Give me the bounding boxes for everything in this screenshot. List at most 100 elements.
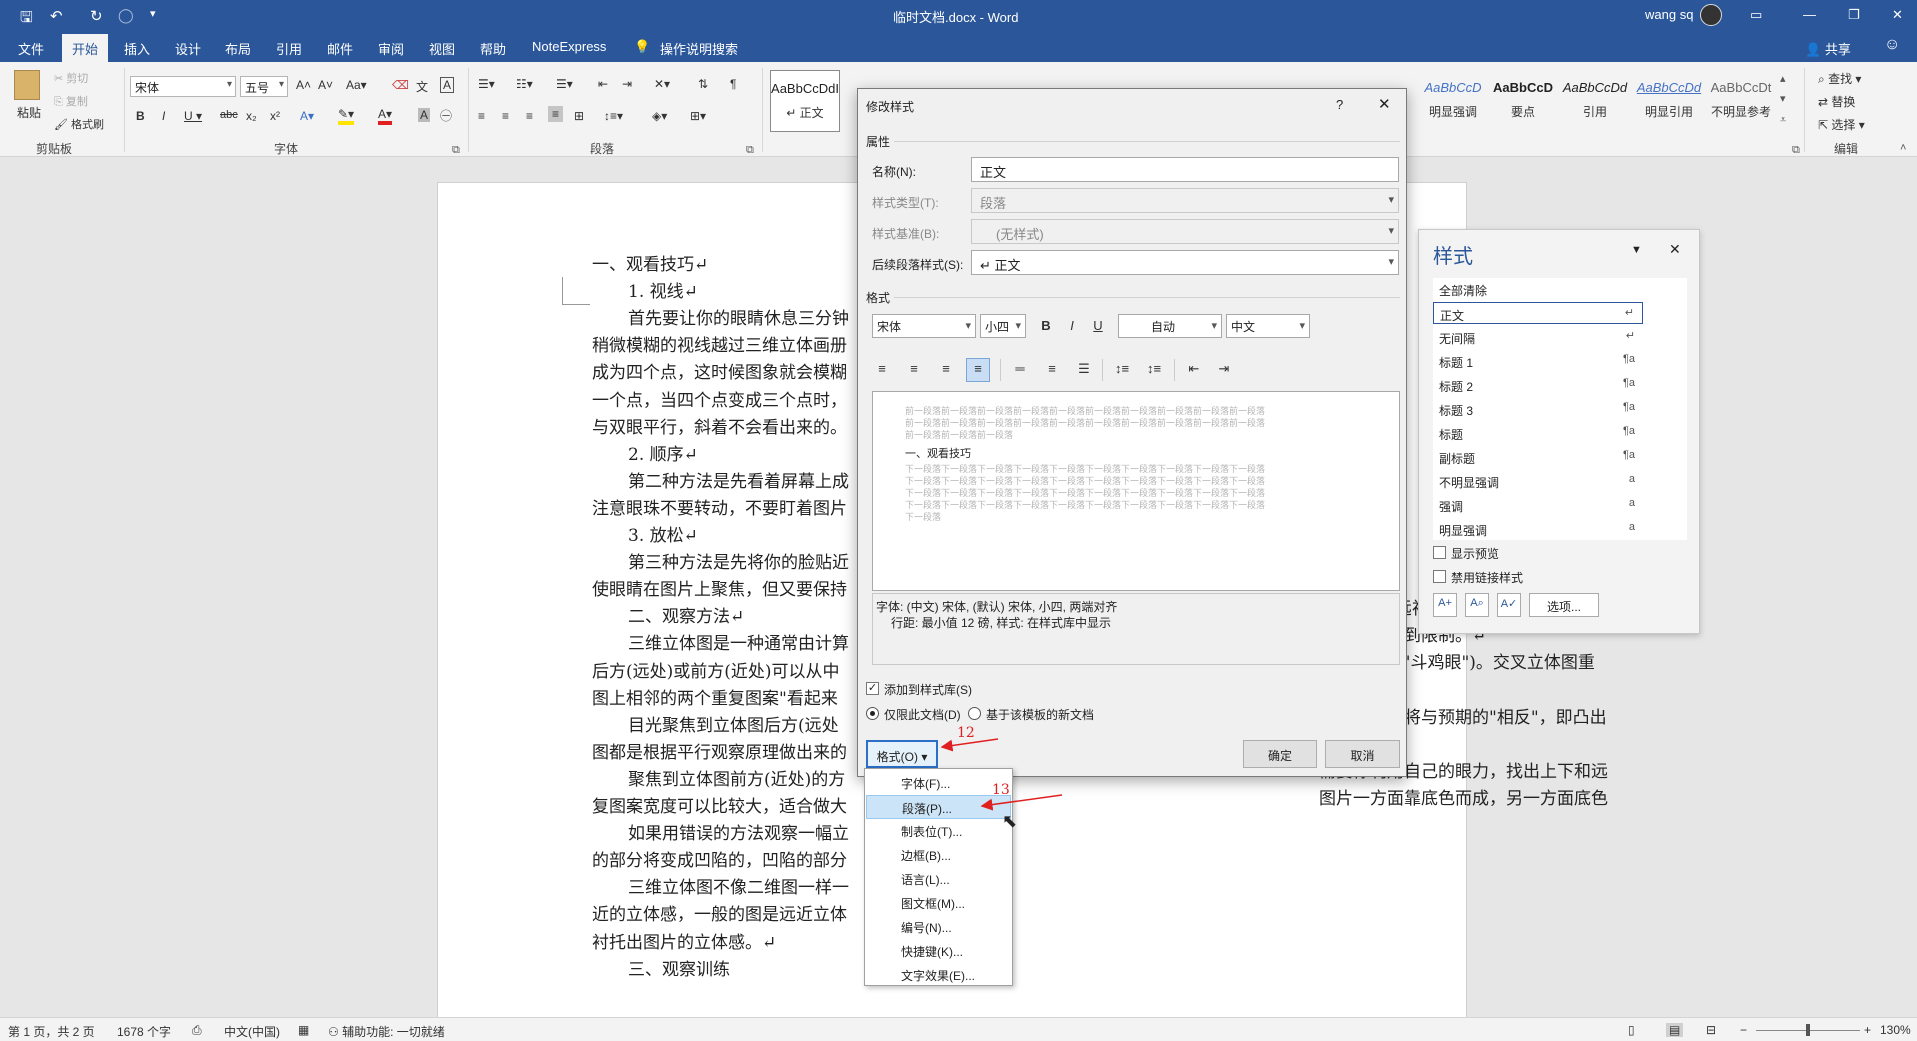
phonetic-icon[interactable]: 文 (416, 78, 428, 95)
document-line[interactable]: 第三种方法是先将你的脸贴近 (628, 548, 849, 573)
tell-me-search[interactable]: 操作说明搜索 (660, 39, 738, 58)
paste-button[interactable]: 粘贴 (17, 104, 41, 121)
style-intense-emphasis[interactable]: AaBbCcD 明显强调 (1418, 70, 1488, 132)
language-status[interactable]: 中文(中国) (224, 1023, 280, 1040)
accessibility-status[interactable]: ⚇ 辅助功能: 一切就绪 (328, 1023, 445, 1040)
align-center-icon[interactable]: ≡ (502, 109, 509, 123)
only-this-document-radio[interactable] (866, 707, 879, 720)
superscript-icon[interactable]: x² (270, 109, 280, 123)
web-layout-icon[interactable]: ⊟ (1706, 1023, 1716, 1037)
tab-review[interactable]: 审阅 (378, 39, 404, 58)
circle-icon[interactable]: ◯ (118, 7, 134, 24)
justify-icon[interactable]: ≡ (966, 358, 990, 382)
font-name-combo[interactable]: 宋体 (130, 76, 236, 97)
document-line[interactable]: 如果用错误的方法观察一幅立 (628, 819, 849, 844)
help-button[interactable]: ? (1336, 97, 1343, 112)
proofing-icon[interactable]: ⎙ (192, 1023, 202, 1038)
align-left-icon[interactable]: ≡ (478, 109, 485, 123)
document-line[interactable]: 近的立体感，一般的图是远近立体 (592, 900, 847, 925)
font-size-select[interactable]: 小四 (980, 314, 1026, 338)
document-line[interactable]: 图上相邻的两个重复图案"看起来 (592, 684, 838, 709)
document-line[interactable]: 的部分将变成凹陷的，凹陷的部分 (592, 846, 847, 871)
copy-button[interactable]: ⎘ 复制 (54, 93, 88, 109)
next-style-select[interactable]: ↵ 正文 (971, 250, 1399, 275)
find-button[interactable]: ⌕ 查找 ▾ (1818, 70, 1861, 87)
tab-insert[interactable]: 插入 (124, 39, 150, 58)
menu-item-language[interactable]: 语言(L)... (866, 867, 1011, 891)
italic-button[interactable]: I (1064, 318, 1080, 340)
tab-help[interactable]: 帮助 (480, 39, 506, 58)
print-layout-icon[interactable]: ▤ (1666, 1023, 1684, 1037)
close-icon[interactable]: ✕ (1892, 7, 1903, 23)
borders-icon[interactable]: ⊞▾ (690, 109, 706, 123)
menu-item-shortcut-key[interactable]: 快捷键(K)... (866, 939, 1011, 963)
style-inspector-icon[interactable]: A⌕ (1465, 593, 1489, 617)
font-size-combo[interactable]: 五号 (240, 76, 288, 97)
page-count[interactable]: 第 1 页，共 2 页 (8, 1023, 95, 1040)
font-dialog-launcher-icon[interactable]: ⧉ (452, 144, 460, 157)
single-spacing-icon[interactable]: ═ (1010, 361, 1030, 383)
show-preview-checkbox[interactable] (1433, 546, 1446, 559)
style-list-item[interactable]: 明显强调 a (1433, 518, 1643, 540)
distributed-icon[interactable]: ⊞ (574, 109, 584, 123)
italic-icon[interactable]: I (162, 109, 165, 123)
font-color-select[interactable]: 自动 (1118, 314, 1222, 338)
align-center-icon[interactable]: ≡ (904, 361, 924, 383)
macro-icon[interactable]: ▦ (298, 1023, 309, 1037)
line-spacing-icon[interactable]: ↕≡▾ (604, 109, 623, 123)
format-painter-button[interactable]: 🖌 格式刷 (54, 116, 104, 132)
document-line[interactable]: 首先要让你的眼睛休息三分钟 (628, 304, 849, 329)
gallery-up-icon[interactable]: ▴ (1780, 72, 1786, 85)
document-line[interactable]: 使眼睛在图片上聚焦，但又要保持 (592, 575, 847, 600)
document-line[interactable]: 2. 顺序↵ (628, 440, 698, 465)
style-quote[interactable]: AaBbCcDd 引用 (1560, 70, 1630, 132)
select-button[interactable]: ⇱ 选择 ▾ (1818, 116, 1865, 133)
document-line[interactable]: 三维立体图不像二维图一样一 (628, 873, 849, 898)
cancel-button[interactable]: 取消 (1325, 740, 1400, 768)
close-icon[interactable]: ✕ (1378, 95, 1391, 113)
multilevel-list-icon[interactable]: ☰▾ (556, 77, 573, 91)
decrease-indent-icon[interactable]: ⇤ (598, 77, 608, 91)
document-line[interactable]: 注意眼珠不要转动，不要盯着图片 (592, 494, 847, 519)
read-mode-icon[interactable]: ▯ (1628, 1023, 1635, 1037)
style-list-item[interactable]: 标题 2 ¶a (1433, 374, 1643, 396)
styles-dialog-launcher-icon[interactable]: ⧉ (1792, 144, 1800, 157)
document-line[interactable]: 二、观察方法↵ (628, 602, 744, 627)
font-color-icon[interactable]: A▾ (378, 107, 393, 125)
style-normal[interactable]: AaBbCcDdI ↵ 正文 (770, 70, 840, 132)
style-type-select[interactable]: 段落 (971, 188, 1399, 213)
document-line[interactable]: 与双眼平行，斜着不会看出来的。 (592, 413, 847, 438)
disable-linked-checkbox[interactable] (1433, 570, 1446, 583)
document-line[interactable]: 聚焦到立体图前方(近处)的方 (628, 765, 845, 790)
redo-icon[interactable]: ↻ (90, 7, 103, 25)
gallery-more-icon[interactable]: ⩡ (1780, 114, 1786, 127)
underline-icon[interactable]: U ▾ (184, 109, 202, 123)
menu-item-paragraph[interactable]: 段落(P)... (866, 795, 1011, 819)
style-list-item[interactable]: 正文 ↵ (1433, 302, 1643, 324)
document-line[interactable]: 成为四个点，这时候图象就会模糊 (592, 358, 847, 383)
bold-button[interactable]: B (1038, 318, 1054, 340)
tab-view[interactable]: 视图 (429, 39, 455, 58)
bold-icon[interactable]: B (136, 109, 145, 123)
gallery-down-icon[interactable]: ▾ (1780, 92, 1786, 105)
document-line[interactable]: 三维立体图是一种通常由计算 (628, 629, 849, 654)
style-list-item[interactable]: 不明显强调 a (1433, 470, 1643, 492)
decrease-spacing-before-icon[interactable]: ↕≡ (1144, 361, 1164, 383)
menu-item-border[interactable]: 边框(B)... (866, 843, 1011, 867)
char-border-icon[interactable]: A (440, 77, 455, 93)
numbering-icon[interactable]: ☷▾ (516, 77, 533, 91)
align-right-icon[interactable]: ≡ (526, 109, 533, 123)
ribbon-display-icon[interactable]: ▭ (1750, 7, 1762, 23)
zoom-slider-thumb[interactable] (1806, 1024, 1810, 1036)
document-line[interactable]: 三、观察训练 (628, 955, 730, 980)
user-name[interactable]: wang sq (1645, 7, 1693, 22)
style-name-input[interactable]: 正文 (971, 157, 1399, 182)
chinese-layout-icon[interactable]: ✕▾ (654, 77, 670, 91)
bullets-icon[interactable]: ☰▾ (478, 77, 495, 91)
ok-button[interactable]: 确定 (1243, 740, 1317, 768)
replace-button[interactable]: ⇄ 替换 (1818, 93, 1855, 110)
underline-button[interactable]: U (1090, 318, 1106, 340)
document-line[interactable]: 一、观看技巧↵ (592, 250, 708, 275)
document-line-right[interactable]: 图片一方面靠底色而成，另一方面底色 (1319, 784, 1608, 809)
enclose-char-icon[interactable]: ㊀ (440, 107, 452, 124)
